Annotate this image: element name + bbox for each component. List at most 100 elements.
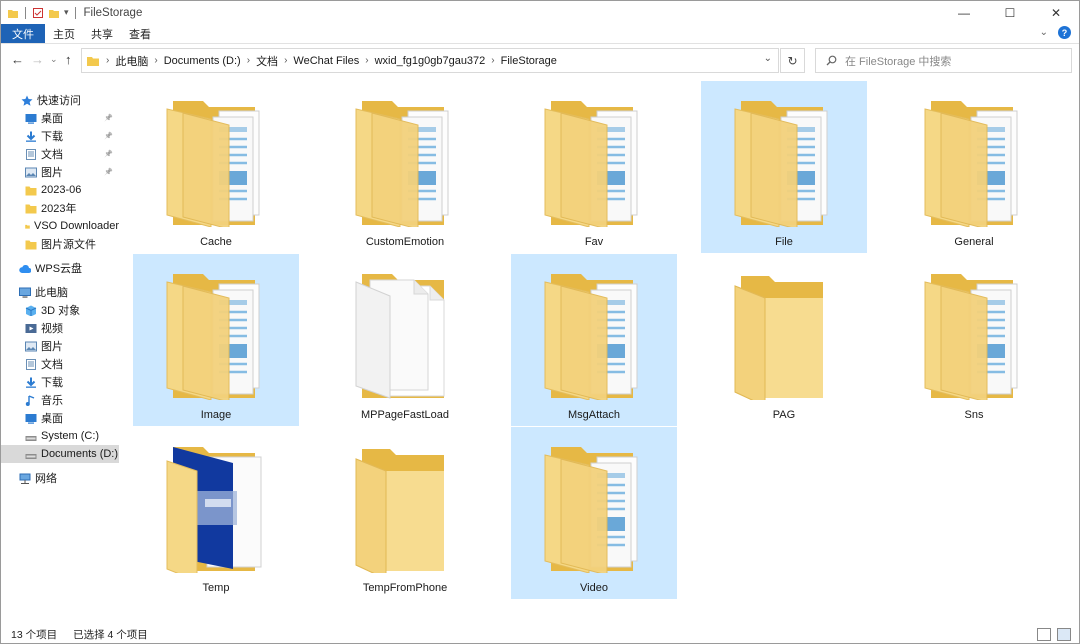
folder-item-tempfromphone[interactable]: TempFromPhone xyxy=(322,427,488,599)
refresh-button[interactable]: ↻ xyxy=(780,48,805,73)
sidebar-item-quick-4[interactable]: 2023-06 xyxy=(1,181,119,199)
sidebar-item-pc-2[interactable]: 图片 xyxy=(1,337,119,355)
sidebar-item-quick-7[interactable]: 图片源文件 xyxy=(1,235,119,253)
folder-item-fav[interactable]: Fav xyxy=(511,81,677,253)
status-bar: 13 个项目 已选择 4 个项目 xyxy=(1,625,1079,643)
tab-file[interactable]: 文件 xyxy=(1,24,45,43)
sidebar-item-pc-0[interactable]: 3D 对象 xyxy=(1,301,119,319)
folder-item-mppagefastload[interactable]: MPPageFastLoad xyxy=(322,254,488,426)
back-button[interactable]: ← xyxy=(11,52,24,67)
forward-button[interactable]: → xyxy=(31,52,44,67)
folder-item-pag[interactable]: PAG xyxy=(701,254,867,426)
documents-icon xyxy=(26,148,36,160)
folder-icon xyxy=(352,441,456,580)
folder-name: Video xyxy=(580,582,608,594)
breadcrumb-separator[interactable]: › xyxy=(491,55,494,66)
tab-share[interactable]: 共享 xyxy=(83,26,121,42)
search-box[interactable]: 在 FileStorage 中搜索 xyxy=(815,48,1072,73)
folder-name: PAG xyxy=(772,409,796,421)
new-folder-icon[interactable] xyxy=(48,7,60,19)
folder-name: Image xyxy=(200,409,232,421)
sidebar-item-pc-5[interactable]: 音乐 xyxy=(1,391,119,409)
star-icon xyxy=(21,95,33,106)
quick-access-toolbar-dropdown[interactable]: ▾ xyxy=(64,7,69,18)
breadcrumb-documents-drive[interactable]: Documents (D:) xyxy=(164,55,241,67)
folder-item-general[interactable]: General xyxy=(891,81,1057,253)
sidebar-item-quick-1[interactable]: 下载 📌 xyxy=(1,127,119,145)
folder-item-temp[interactable]: Temp xyxy=(133,427,299,599)
breadcrumb-this-pc[interactable]: 此电脑 xyxy=(115,53,148,69)
address-dropdown-button[interactable]: ⌄ xyxy=(764,53,772,64)
cloud-icon xyxy=(19,264,31,273)
sidebar-item-wps-cloud[interactable]: WPS云盘 xyxy=(1,259,119,277)
sidebar-item-pc-8[interactable]: Documents (D:) xyxy=(1,445,119,463)
sidebar-item-quick-0[interactable]: 桌面 📌 xyxy=(1,109,119,127)
tab-home[interactable]: 主页 xyxy=(45,26,83,42)
drive-icon xyxy=(25,435,37,441)
sidebar-item-quick-access[interactable]: 快速访问 xyxy=(1,91,119,109)
breadcrumb-wxid[interactable]: wxid_fg1g0gb7gau372 xyxy=(375,55,486,67)
breadcrumb-documents[interactable]: 文档 xyxy=(256,53,278,69)
folder-icon xyxy=(541,268,645,403)
sidebar-item-quick-6[interactable]: VSO Downloader xyxy=(1,217,119,235)
download-icon xyxy=(26,377,36,388)
sidebar-item-pc-0-label: 3D 对象 xyxy=(41,305,81,317)
folder-name: MsgAttach xyxy=(568,409,620,421)
minimize-button[interactable]: — xyxy=(941,1,987,24)
sidebar-item-pc-1[interactable]: 视频 xyxy=(1,319,119,337)
folder-item-video[interactable]: Video xyxy=(511,427,677,599)
details-view-icon[interactable] xyxy=(1037,628,1051,641)
3d-objects-icon xyxy=(25,305,37,316)
sidebar-item-this-pc[interactable]: 此电脑 xyxy=(1,283,119,301)
folder-item-cache[interactable]: Cache xyxy=(133,81,299,253)
breadcrumb-separator[interactable]: › xyxy=(106,55,109,66)
breadcrumb-separator[interactable]: › xyxy=(284,55,287,66)
tab-view[interactable]: 查看 xyxy=(121,26,159,42)
folder-icon xyxy=(25,224,30,229)
folder-icon xyxy=(163,95,267,230)
folder-item-file[interactable]: File xyxy=(701,81,867,253)
folder-icon xyxy=(921,95,1025,230)
desktop-icon xyxy=(25,113,37,124)
breadcrumb-filestorage[interactable]: FileStorage xyxy=(501,55,557,67)
breadcrumb-separator[interactable]: › xyxy=(154,55,157,66)
up-button[interactable]: ↑ xyxy=(65,52,72,67)
ribbon-collapse-button[interactable]: ⌄ xyxy=(1040,27,1048,38)
folder-name: Cache xyxy=(200,236,232,248)
sidebar-item-quick-access-label: 快速访问 xyxy=(37,95,81,107)
sidebar-item-pc-2-label: 图片 xyxy=(41,341,63,353)
folder-icon xyxy=(541,441,645,576)
folder-name: General xyxy=(954,236,994,248)
sidebar-item-quick-2[interactable]: 文档 📌 xyxy=(1,145,119,163)
folder-item-msgattach[interactable]: MsgAttach xyxy=(511,254,677,426)
window-title: FileStorage xyxy=(83,6,143,19)
properties-icon[interactable] xyxy=(32,7,44,19)
sidebar-item-quick-3[interactable]: 图片 📌 xyxy=(1,163,119,181)
address-bar[interactable]: › 此电脑 › Documents (D:) › 文档 › WeChat Fil… xyxy=(81,48,779,73)
folder-icon xyxy=(352,268,456,400)
folder-item-sns[interactable]: Sns xyxy=(891,254,1057,426)
breadcrumb-separator[interactable]: › xyxy=(365,55,368,66)
sidebar-item-pc-7[interactable]: System (C:) xyxy=(1,427,119,445)
download-icon xyxy=(26,131,36,142)
drive-icon xyxy=(25,453,37,459)
sidebar-item-network[interactable]: 网络 xyxy=(1,469,119,487)
sidebar-item-quick-1-label: 下载 xyxy=(41,131,63,143)
large-icons-view-icon[interactable] xyxy=(1057,628,1071,641)
close-button[interactable]: ✕ xyxy=(1033,1,1079,24)
breadcrumb-wechat-files[interactable]: WeChat Files xyxy=(293,55,359,67)
maximize-button[interactable]: ☐ xyxy=(987,1,1033,24)
sidebar-item-pc-4[interactable]: 下载 xyxy=(1,373,119,391)
sidebar-item-pc-1-label: 视频 xyxy=(41,323,63,335)
folder-item-customemotion[interactable]: CustomEmotion xyxy=(322,81,488,253)
videos-icon xyxy=(25,323,37,333)
pc-icon xyxy=(19,287,31,298)
recent-locations-button[interactable]: ⌄ xyxy=(50,54,58,65)
sidebar-item-pc-3[interactable]: 文档 xyxy=(1,355,119,373)
help-icon[interactable]: ? xyxy=(1058,26,1071,39)
breadcrumb-separator[interactable]: › xyxy=(247,55,250,66)
folder-item-image[interactable]: Image xyxy=(133,254,299,426)
ribbon-tabs: 文件 主页 共享 查看 ⌄ ? xyxy=(1,24,1079,44)
sidebar-item-quick-5[interactable]: 2023年 xyxy=(1,199,119,217)
sidebar-item-pc-6[interactable]: 桌面 xyxy=(1,409,119,427)
